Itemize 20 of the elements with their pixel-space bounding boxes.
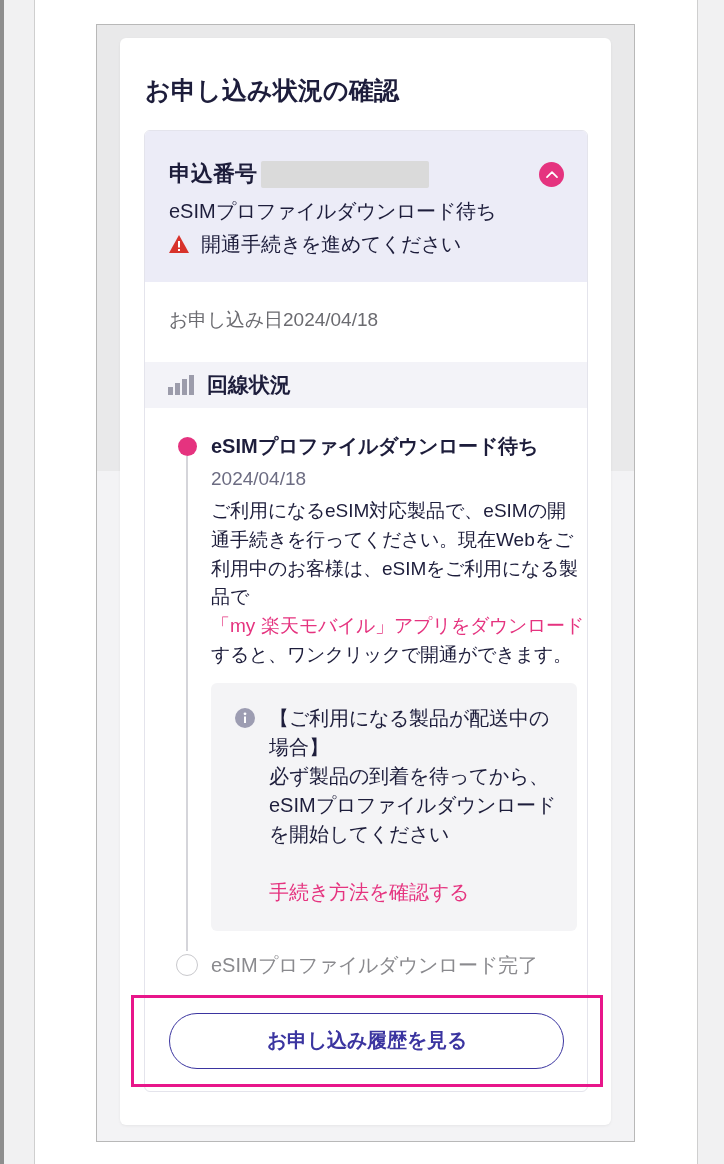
step-title: eSIMプロファイルダウンロード待ち — [211, 434, 539, 459]
application-number-label: 申込番号 — [169, 160, 257, 188]
status-text: eSIMプロファイルダウンロード待ち — [169, 199, 497, 224]
app-download-link[interactable]: 「my 楽天モバイル」アプリをダウンロード — [211, 615, 584, 637]
card-title: お申し込み状況の確認 — [145, 75, 401, 106]
note-text: 必ず製品の到着を待ってから、eSIMプロファイルダウンロードを開始してください — [269, 763, 557, 847]
chevron-up-icon — [545, 170, 558, 178]
application-date: お申し込み日2024/04/18 — [168, 308, 380, 332]
warning-icon — [169, 235, 189, 253]
step-date: 2024/04/18 — [211, 467, 308, 491]
history-button[interactable]: お申し込み履歴を見る — [169, 1012, 564, 1069]
info-icon — [235, 708, 255, 729]
warning-text: 開通手続きを進めてください — [201, 232, 461, 257]
signal-bars-icon — [168, 375, 194, 395]
procedure-link[interactable]: 手続き方法を確認する — [269, 877, 469, 907]
note-heading: 【ご利用になる製品が配送中の場合】 — [269, 705, 550, 760]
step-description: ご利用になるeSIM対応製品で、eSIMの開通手続きを行ってください。現在Webをご利用中のお客様は、eSIMをご利用になる製品で 「my 楽天モバイル」アプリをダウンロード すると、ワンクリックで開通ができます。 — [211, 499, 584, 667]
collapse-button[interactable] — [539, 161, 564, 187]
step-title: eSIMプロファイルダウンロード完了 — [211, 952, 539, 978]
section-title: 回線状況 — [207, 372, 291, 398]
